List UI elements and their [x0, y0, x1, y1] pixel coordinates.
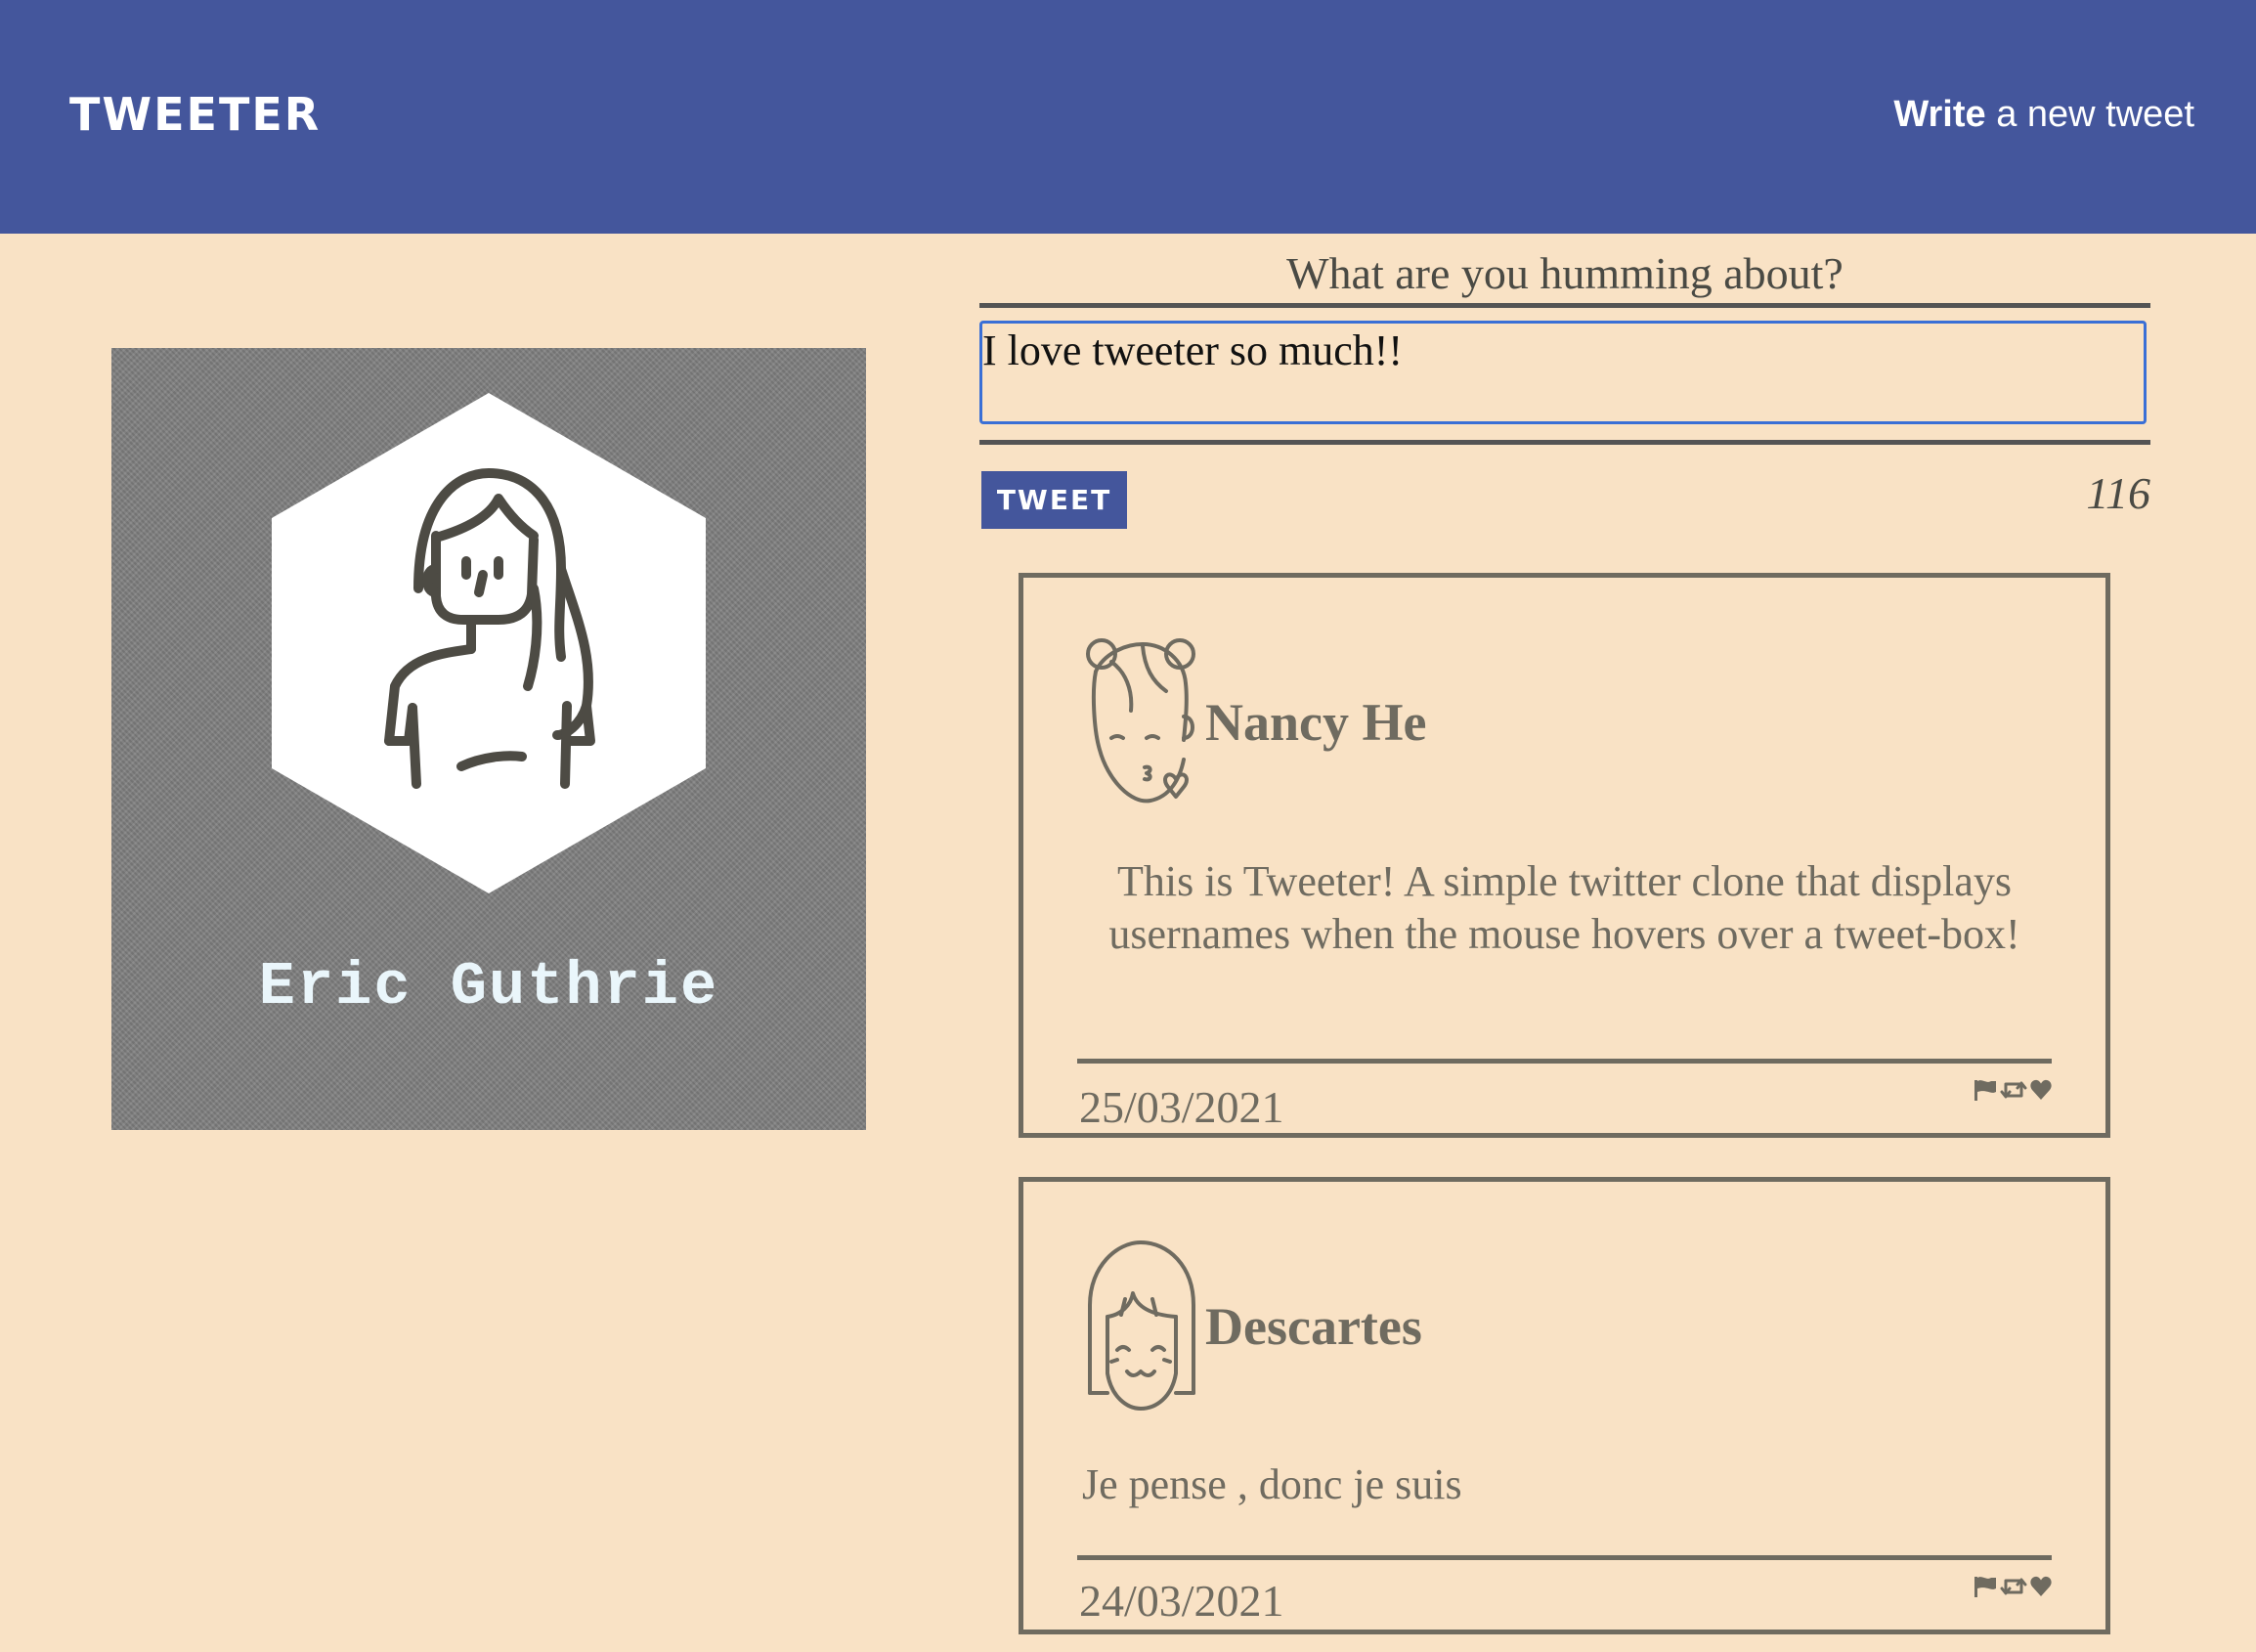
girl-kiss-avatar-icon	[1086, 638, 1195, 804]
tweet-actions	[1973, 1078, 2053, 1102]
write-new-tweet-link-strong: Write	[1893, 94, 1986, 135]
tweet-divider	[1077, 1555, 2052, 1560]
retweet-icon[interactable]	[2000, 1078, 2027, 1102]
tweet-date: 24/03/2021	[1079, 1576, 1284, 1626]
heart-icon[interactable]	[2029, 1078, 2053, 1102]
write-new-tweet-link-rest: a new tweet	[1985, 94, 2194, 135]
tweet-author: Descartes	[1205, 1297, 1422, 1356]
woman-avatar-icon	[272, 393, 706, 893]
compose-divider-top	[979, 303, 2150, 308]
tweet-card[interactable]: Descartes Je pense , donc je suis 24/03/…	[1019, 1177, 2110, 1634]
tweet-submit-button[interactable]: TWEET	[981, 471, 1127, 529]
navbar: TWEETER Write a new tweet	[0, 0, 2256, 234]
tweet-input[interactable]: I love tweeter so much!!	[979, 321, 2147, 424]
girl-smile-avatar-icon	[1088, 1240, 1195, 1411]
compose-title: What are you humming about?	[1286, 248, 1844, 298]
tweet-text: This is Tweeter! A simple twitter clone …	[1108, 857, 2020, 958]
flag-icon[interactable]	[1973, 1078, 1998, 1102]
write-new-tweet-link[interactable]: Write a new tweet	[1893, 94, 2194, 136]
flag-icon[interactable]	[1973, 1575, 1998, 1598]
compose-divider-bottom	[979, 440, 2150, 445]
tweet-author: Nancy He	[1205, 693, 1427, 752]
tweet-actions	[1973, 1575, 2053, 1598]
compose-form: What are you humming about? I love tweet…	[979, 244, 2150, 529]
heart-icon[interactable]	[2029, 1575, 2053, 1598]
retweet-icon[interactable]	[2000, 1575, 2027, 1598]
tweet-date: 25/03/2021	[1079, 1082, 1284, 1132]
character-counter: 116	[2086, 468, 2150, 518]
tweet-card[interactable]: Nancy He This is Tweeter! A simple twitt…	[1019, 573, 2110, 1138]
profile-card: Eric Guthrie	[111, 348, 866, 1130]
profile-name: Eric Guthrie	[258, 952, 719, 1022]
tweet-text: Je pense , donc je suis	[1082, 1460, 1462, 1508]
tweet-divider	[1077, 1059, 2052, 1064]
brand-logo[interactable]: TWEETER	[69, 88, 321, 141]
